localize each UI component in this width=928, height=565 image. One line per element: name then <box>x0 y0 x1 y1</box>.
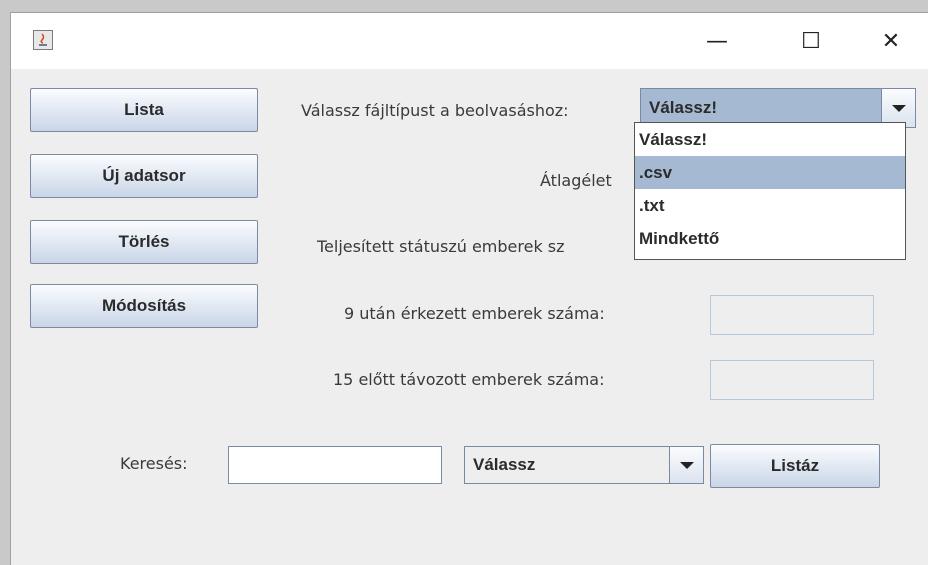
completed-status-label: Teljesített státuszú emberek sz <box>317 237 565 256</box>
dropdown-option[interactable]: Válassz! <box>635 123 905 156</box>
search-combo-dropdown-arrow[interactable] <box>669 447 703 483</box>
dropdown-option[interactable]: .txt <box>635 189 905 222</box>
search-combo-selected: Válassz <box>473 455 536 474</box>
close-button[interactable]: ✕ <box>861 13 921 69</box>
title-bar: — ☐ ✕ <box>11 13 928 69</box>
average-label: Átlagélet <box>540 171 612 190</box>
minimize-icon: — <box>706 28 728 54</box>
list-button[interactable]: Listáz <box>710 444 880 488</box>
maximize-icon: ☐ <box>801 28 821 54</box>
search-label: Keresés: <box>120 454 188 473</box>
arrived-after-nine-field <box>710 295 874 335</box>
dropdown-option-highlighted[interactable]: .csv <box>635 156 905 189</box>
left-before-fifteen-label: 15 előtt távozott emberek száma: <box>333 370 605 389</box>
arrived-after-nine-label: 9 után érkezett emberek száma: <box>344 304 605 323</box>
lista-button[interactable]: Lista <box>30 88 258 132</box>
new-row-button[interactable]: Új adatsor <box>30 154 258 198</box>
java-app-icon <box>33 30 53 50</box>
maximize-button[interactable]: ☐ <box>781 13 841 69</box>
modify-button[interactable]: Módosítás <box>30 284 258 328</box>
delete-button[interactable]: Törlés <box>30 220 258 264</box>
left-before-fifteen-field <box>710 360 874 400</box>
chevron-down-icon <box>891 104 906 112</box>
close-icon: ✕ <box>881 28 901 54</box>
search-input[interactable] <box>228 446 442 484</box>
chevron-down-icon <box>679 461 694 469</box>
file-type-dropdown-list: Válassz! .csv .txt Mindkettő <box>634 122 906 260</box>
dropdown-option[interactable]: Mindkettő <box>635 222 905 255</box>
file-type-label: Válassz fájltípust a beolvasáshoz: <box>301 101 569 120</box>
search-field-combo[interactable]: Válassz <box>464 446 704 484</box>
minimize-button[interactable]: — <box>687 13 747 69</box>
